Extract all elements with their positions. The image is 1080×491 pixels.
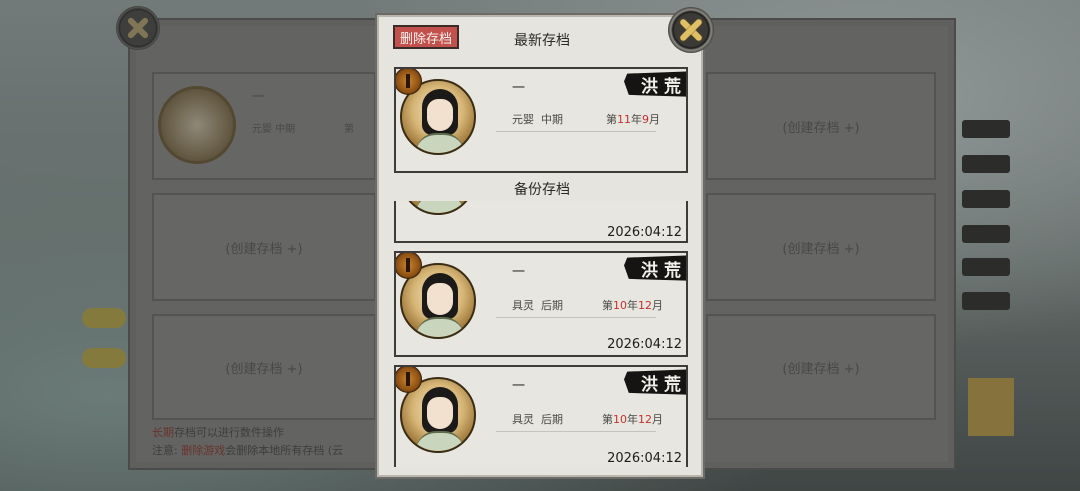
difficulty-tag: 洪荒 bbox=[624, 71, 686, 97]
save-timestamp: 2026:04:12 bbox=[607, 337, 682, 352]
latest-save-card[interactable]: 一 洪荒 元婴 中期 第11年9月 bbox=[394, 67, 688, 173]
save-game-date: 第11年9月 bbox=[606, 113, 660, 126]
character-portrait bbox=[400, 201, 476, 215]
save-realm: 具灵 后期 bbox=[512, 413, 563, 426]
backup-save-list[interactable]: 2026:04:12 一 洪荒 具灵 后期 第10年12月 2026:04:12… bbox=[377, 201, 707, 467]
realm-badge-icon bbox=[396, 69, 422, 95]
card-divider bbox=[496, 317, 656, 318]
card-divider bbox=[496, 131, 656, 132]
save-game-date: 第10年12月 bbox=[602, 299, 663, 312]
save-select-modal: 删除存档 最新存档 一 洪荒 元婴 中期 第11年9月 备份存档 2026:04… bbox=[375, 13, 705, 479]
backup-save-card[interactable]: 一 洪荒 具灵 后期 第10年12月 2026:04:12 bbox=[394, 365, 688, 467]
save-realm: 元婴 中期 bbox=[512, 113, 563, 126]
save-timestamp: 2026:04:12 bbox=[607, 225, 682, 240]
save-realm: 具灵 后期 bbox=[512, 299, 563, 312]
backup-save-card[interactable]: 一 洪荒 具灵 后期 第10年12月 2026:04:12 bbox=[394, 251, 688, 357]
close-x-icon[interactable] bbox=[668, 7, 714, 53]
realm-badge-icon bbox=[396, 367, 422, 393]
backup-save-title: 备份存档 bbox=[514, 182, 570, 198]
difficulty-tag: 洪荒 bbox=[624, 369, 686, 395]
difficulty-tag: 洪荒 bbox=[624, 255, 686, 281]
card-divider bbox=[496, 431, 656, 432]
save-name: 一 bbox=[512, 81, 526, 96]
save-game-date: 第10年12月 bbox=[602, 413, 663, 426]
save-name: 一 bbox=[512, 265, 526, 280]
backup-save-card[interactable]: 2026:04:12 bbox=[394, 201, 688, 243]
save-timestamp: 2026:04:12 bbox=[607, 451, 682, 466]
save-name: 一 bbox=[512, 379, 526, 394]
realm-badge-icon bbox=[396, 253, 422, 279]
latest-save-title: 最新存档 bbox=[514, 33, 570, 49]
